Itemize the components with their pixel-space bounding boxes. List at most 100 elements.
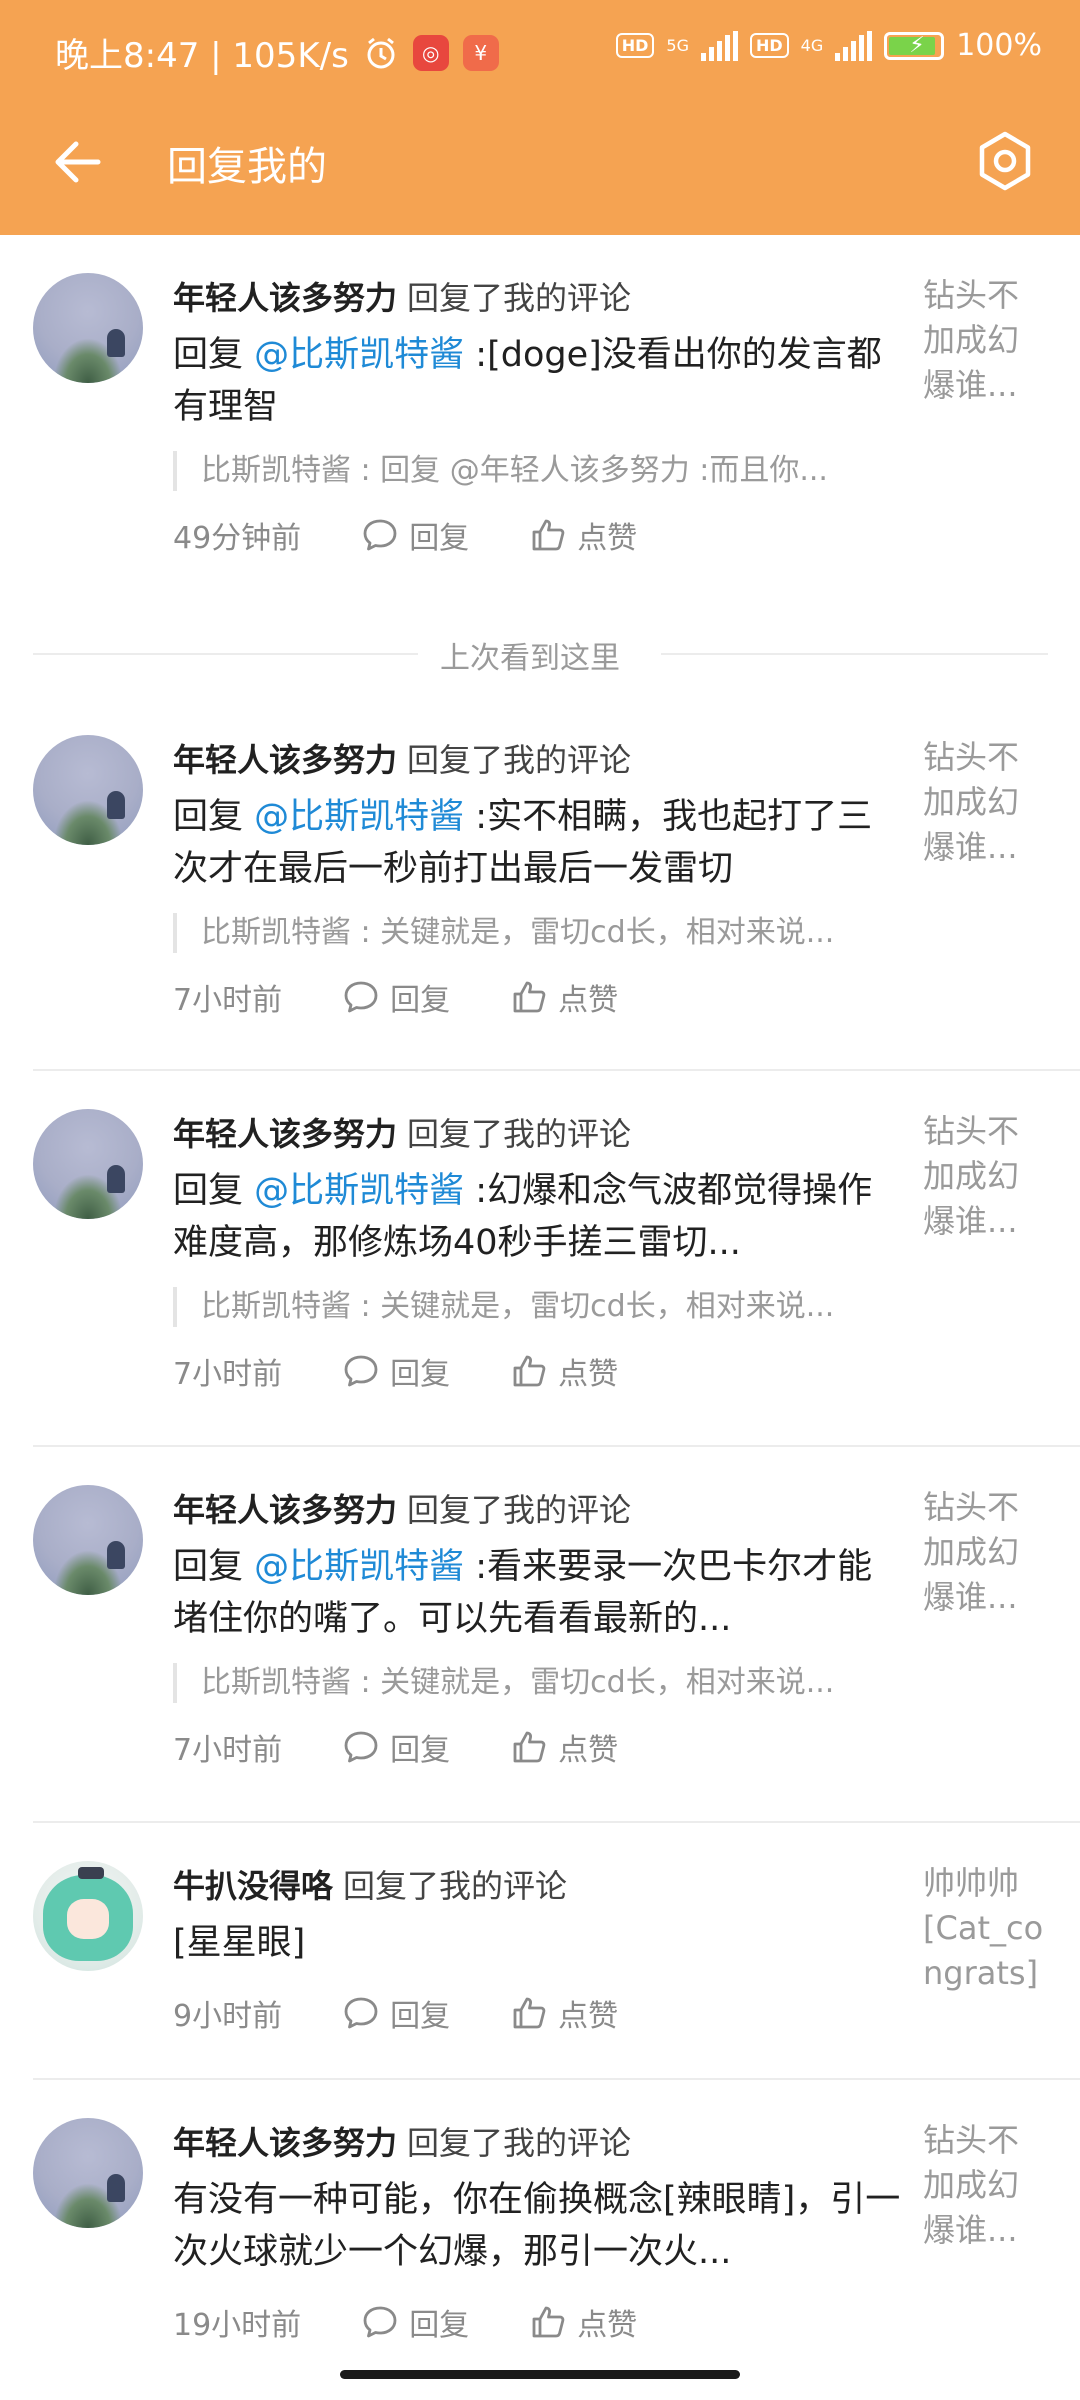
reply-button[interactable]: 回复 [342, 1725, 450, 1769]
comment-icon [363, 2306, 397, 2338]
action-text: 回复了我的评论 [343, 1867, 568, 1905]
action-text: 回复了我的评论 [407, 2124, 632, 2162]
thumbs-up-icon [513, 1731, 546, 1763]
status-right: HD 5G HD 4G ⚡ 100% [615, 28, 1042, 63]
page-title: 回复我的 [167, 144, 327, 190]
battery-icon: ⚡ [884, 31, 945, 60]
like-button[interactable]: 点赞 [510, 975, 618, 1019]
signal-icon-2 [835, 30, 873, 61]
original-comment-snippet[interactable]: 钻头不加成幻爆谁... [923, 2118, 1048, 2253]
network-type-5g: 5G [666, 36, 689, 55]
user-name[interactable]: 年轻人该多努力 [173, 279, 397, 317]
comment-icon [344, 1997, 378, 2029]
user-name[interactable]: 年轻人该多努力 [173, 2124, 397, 2162]
reply-text: 回复 @比斯凯特酱 :幻爆和念气波都觉得操作难度高，那修炼场40秒手搓三雷切..… [173, 1165, 903, 1269]
reply-text: 回复 @比斯凯特酱 :[doge]没看出你的发言都有理智 [173, 329, 903, 433]
like-button[interactable]: 点赞 [529, 513, 637, 557]
hexagon-gear-icon[interactable] [970, 126, 1040, 196]
thumbs-up-icon [513, 1355, 546, 1387]
last-seen-label: 上次看到这里 [440, 641, 620, 676]
reply-prefix: 回复 [173, 1547, 255, 1587]
timestamp: 9小时前 [173, 1999, 283, 2034]
list-item[interactable]: 年轻人该多努力 回复了我的评论 回复 @比斯凯特酱 :幻爆和念气波都觉得操作难度高… [0, 1071, 1080, 1445]
timestamp: 7小时前 [173, 1357, 283, 1392]
reply-label: 回复 [390, 983, 451, 1018]
reply-label: 回复 [390, 1999, 451, 2034]
hd-badge: HD [615, 33, 655, 58]
avatar[interactable] [33, 273, 143, 383]
like-label: 点赞 [577, 2308, 638, 2343]
like-button[interactable]: 点赞 [510, 1991, 618, 2035]
original-comment-snippet[interactable]: 钻头不加成幻爆谁... [923, 735, 1048, 870]
action-text: 回复了我的评论 [407, 1491, 632, 1529]
mention-link[interactable]: @比斯凯特酱 [254, 1171, 464, 1211]
app-bar: 回复我的 [0, 100, 1080, 235]
like-label: 点赞 [558, 1733, 619, 1768]
original-comment-snippet[interactable]: 钻头不加成幻爆谁... [923, 1109, 1048, 1244]
user-name[interactable]: 年轻人该多努力 [173, 1491, 397, 1529]
last-seen-divider: 上次看到这里 [33, 633, 1048, 676]
quoted-comment[interactable]: 比斯凯特酱 : 回复 @年轻人该多努力 :而且你... [173, 451, 881, 491]
reply-text: 回复 @比斯凯特酱 :实不相瞒，我也起打了三次才在最后一秒前打出最后一发雷切 [173, 791, 903, 895]
comment-icon [344, 1731, 378, 1763]
like-button[interactable]: 点赞 [510, 1349, 618, 1393]
avatar[interactable] [33, 2118, 143, 2228]
reply-label: 回复 [409, 521, 470, 556]
mention-link[interactable]: @比斯凯特酱 [254, 1547, 464, 1587]
list-item[interactable]: 年轻人该多努力 回复了我的评论 有没有一种可能，你在偷换概念[辣眼睛]，引一次火球… [0, 2080, 1080, 2380]
list-item[interactable]: 年轻人该多努力 回复了我的评论 回复 @比斯凯特酱 :看来要录一次巴卡尔才能堵住你… [0, 1447, 1080, 1821]
home-indicator[interactable] [340, 2370, 740, 2379]
status-bar: 晚上8:47 | 105K/s ◎ ¥ HD 5G HD 4G ⚡ 100% [0, 0, 1080, 100]
reply-button[interactable]: 回复 [342, 1991, 450, 2035]
status-left: 晚上8:47 | 105K/s ◎ ¥ [55, 28, 499, 77]
thumbs-up-icon [513, 981, 546, 1013]
quoted-comment[interactable]: 比斯凯特酱 : 关键就是，雷切cd长，相对来说... [173, 1663, 881, 1703]
like-label: 点赞 [558, 1999, 619, 2034]
signal-icon [700, 30, 738, 61]
list-item[interactable]: 年轻人该多努力 回复了我的评论 回复 @比斯凯特酱 :实不相瞒，我也起打了三次才在… [0, 697, 1080, 1037]
avatar[interactable] [33, 1861, 143, 1971]
reply-text: [星星眼] [173, 1923, 306, 1963]
status-time-speed: 晚上8:47 | 105K/s [55, 36, 349, 76]
list-item[interactable]: 年轻人该多努力 回复了我的评论 回复 @比斯凯特酱 :[doge]没看出你的发言都… [0, 235, 1080, 575]
battery-percent: 100% [956, 28, 1042, 63]
user-name[interactable]: 年轻人该多努力 [173, 1115, 397, 1153]
reply-label: 回复 [390, 1733, 451, 1768]
network-type-4g: 4G [800, 36, 824, 55]
original-comment-snippet[interactable]: 帅帅帅 [Cat_congrats] [923, 1861, 1048, 1996]
action-text: 回复了我的评论 [407, 741, 632, 779]
original-comment-snippet[interactable]: 钻头不加成幻爆谁... [923, 273, 1048, 408]
like-button[interactable]: 点赞 [529, 2300, 637, 2344]
mention-link[interactable]: @比斯凯特酱 [254, 797, 464, 837]
mention-link[interactable]: @比斯凯特酱 [254, 335, 464, 375]
timestamp: 49分钟前 [173, 521, 302, 556]
avatar[interactable] [33, 1485, 143, 1595]
alarm-icon [367, 37, 395, 68]
reply-button[interactable]: 回复 [342, 1349, 450, 1393]
shopping-app-icon: ¥ [462, 34, 499, 71]
like-button[interactable]: 点赞 [510, 1725, 618, 1769]
like-label: 点赞 [577, 521, 638, 556]
reply-button[interactable]: 回复 [342, 975, 450, 1019]
avatar[interactable] [33, 1109, 143, 1219]
original-comment-snippet[interactable]: 钻头不加成幻爆谁... [923, 1485, 1048, 1620]
reply-button[interactable]: 回复 [361, 513, 469, 557]
comment-icon [363, 519, 397, 551]
list-item[interactable]: 牛扒没得咯 回复了我的评论 [星星眼] 9小时前 回复 点赞 帅帅帅 [Cat_c… [0, 1823, 1080, 2073]
arrow-left-icon[interactable] [48, 132, 108, 192]
timestamp: 19小时前 [173, 2308, 302, 2343]
thumbs-up-icon [513, 1997, 546, 2029]
avatar[interactable] [33, 735, 143, 845]
action-text: 回复了我的评论 [407, 279, 632, 317]
quoted-comment[interactable]: 比斯凯特酱 : 关键就是，雷切cd长，相对来说... [173, 1287, 881, 1327]
reply-prefix: 回复 [173, 797, 255, 837]
timestamp: 7小时前 [173, 1733, 283, 1768]
reply-text: 有没有一种可能，你在偷换概念[辣眼睛]，引一次火球就少一个幻爆，那引一次火... [173, 2180, 901, 2272]
netease-music-icon: ◎ [412, 34, 449, 71]
quoted-comment[interactable]: 比斯凯特酱 : 关键就是，雷切cd长，相对来说... [173, 913, 881, 953]
reply-button[interactable]: 回复 [361, 2300, 469, 2344]
like-label: 点赞 [558, 1357, 619, 1392]
action-text: 回复了我的评论 [407, 1115, 632, 1153]
user-name[interactable]: 牛扒没得咯 [173, 1867, 333, 1905]
user-name[interactable]: 年轻人该多努力 [173, 741, 397, 779]
